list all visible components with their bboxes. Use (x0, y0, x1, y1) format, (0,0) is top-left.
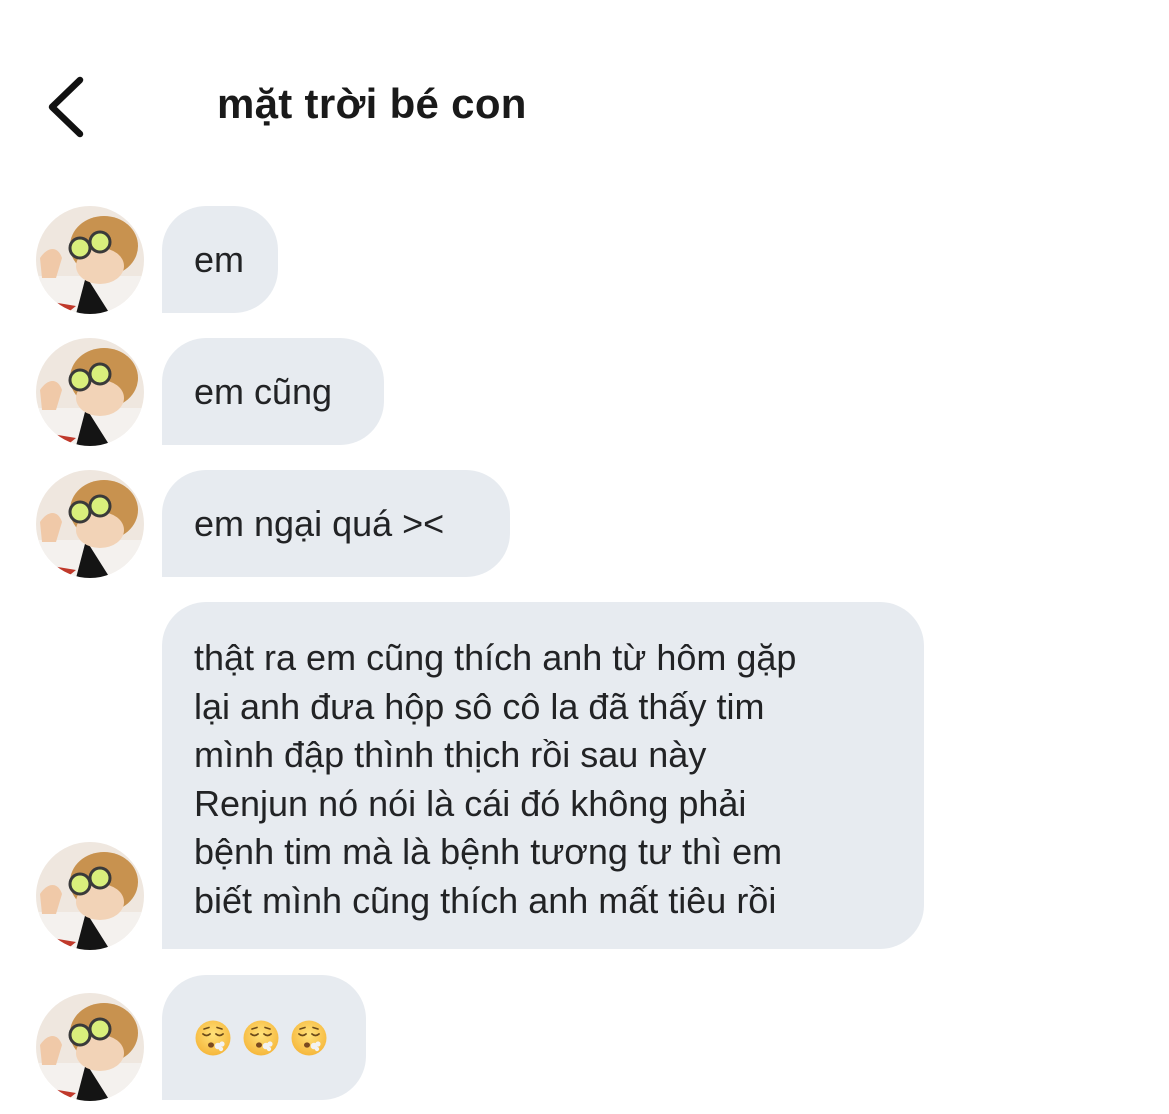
avatar[interactable] (36, 993, 144, 1101)
message-line: lại anh đưa hộp sô cô la đã thấy tim (194, 685, 765, 727)
message-line: biết mình cũng thích anh mất tiêu rồi (194, 879, 777, 921)
avatar[interactable] (36, 338, 144, 446)
message-text: em cũng (194, 370, 333, 412)
message-text: thật ra em cũng thích anh từ hôm gặp lại… (194, 634, 796, 925)
emoji-row (194, 1019, 328, 1057)
message-thread: em em cũng em ngại quá >< thật ra em cũn… (0, 0, 1169, 1114)
message-bubble[interactable]: em ngại quá >< (162, 470, 510, 577)
face-exhaling-icon (291, 1020, 327, 1055)
message-line: Renjun nó nói là cái đó không phải (194, 782, 747, 824)
avatar[interactable] (36, 206, 144, 314)
message-bubble[interactable] (162, 975, 366, 1100)
message-line: mình đập thình thịch rồi sau này (194, 734, 707, 775)
avatar[interactable] (36, 842, 144, 950)
message-bubble[interactable]: em (162, 206, 278, 313)
message-line: thật ra em cũng thích anh từ hôm gặp (194, 637, 797, 678)
message-text: em (194, 238, 245, 280)
message-bubble[interactable]: thật ra em cũng thích anh từ hôm gặp lại… (162, 602, 924, 949)
message-text: em ngại quá >< (194, 502, 445, 544)
face-exhaling-icon (243, 1020, 279, 1055)
message-line: bệnh tim mà là bệnh tương tư thì em (194, 831, 783, 872)
message-bubble[interactable]: em cũng (162, 338, 384, 445)
avatar[interactable] (36, 470, 144, 578)
face-exhaling-icon (195, 1020, 231, 1055)
